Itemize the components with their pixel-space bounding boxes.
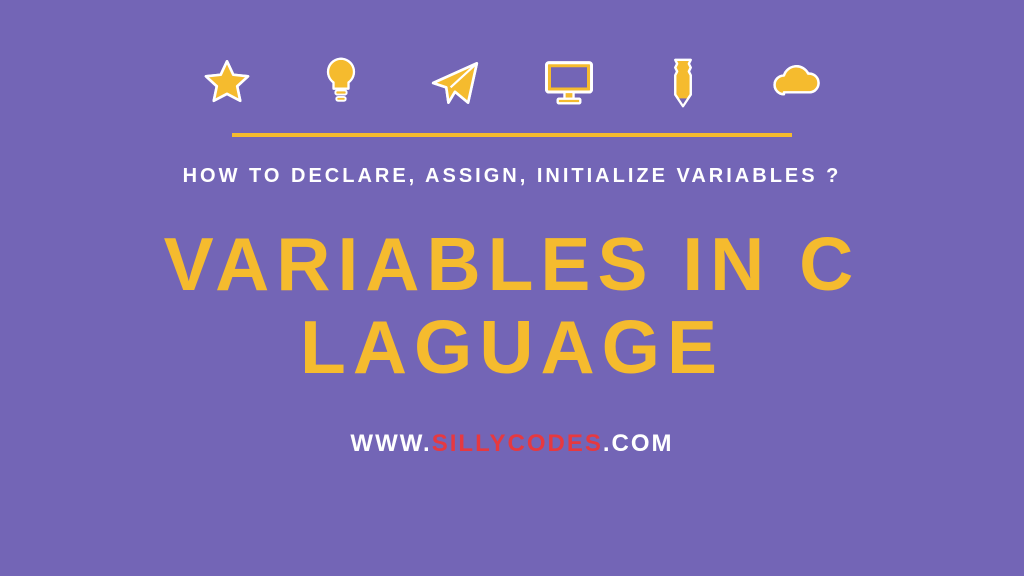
star-icon [199,55,255,111]
icon-row [199,55,825,111]
lightbulb-icon [313,55,369,111]
cloud-icon [769,55,825,111]
pencil-icon [655,55,711,111]
subtitle-text: HOW TO DECLARE, ASSIGN, INITIALIZE VARIA… [183,165,842,188]
paper-plane-icon [427,55,483,111]
website-main: SILLYCODES [432,430,603,457]
website-prefix: WWW. [350,430,431,457]
website-url: WWW.SILLYCODES.COM [350,430,673,458]
main-title: VARIABLES IN C LAGUAGE [0,223,1024,388]
divider-line [232,133,792,137]
website-suffix: .COM [603,430,674,457]
monitor-icon [541,55,597,111]
